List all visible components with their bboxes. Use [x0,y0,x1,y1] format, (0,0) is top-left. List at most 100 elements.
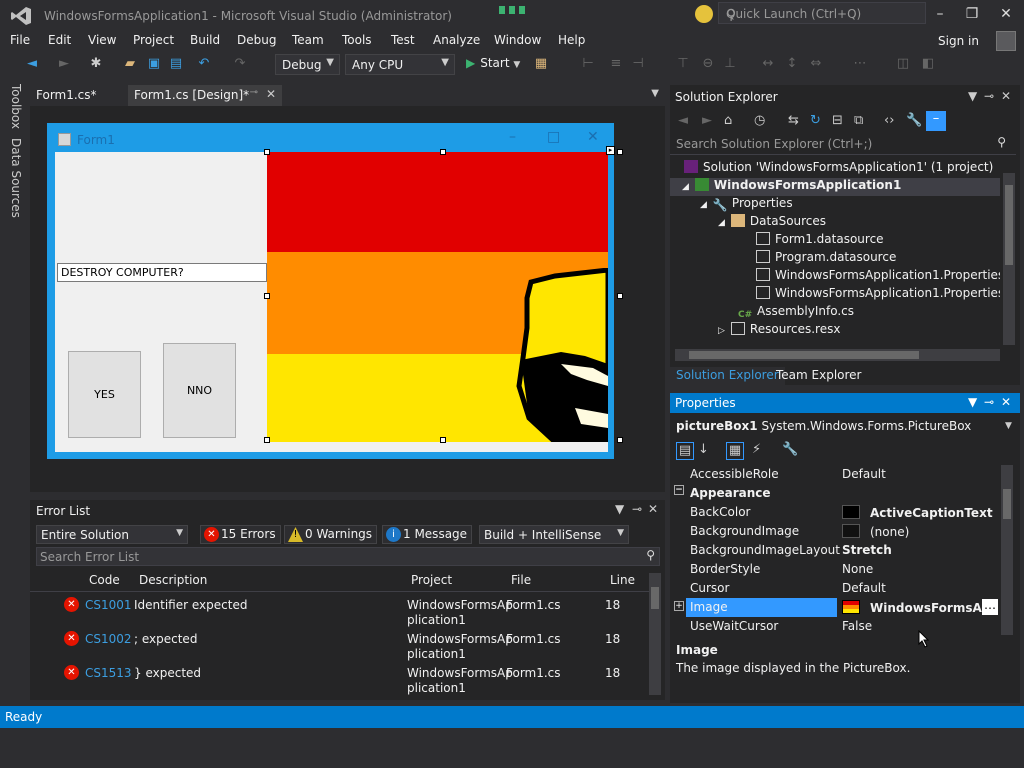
properties-object-select[interactable]: pictureBox1 System.Windows.Forms.Picture… [676,419,971,433]
collapse-all-icon[interactable]: ⊟ [832,113,843,128]
pin-icon[interactable]: ⊸ [984,89,994,103]
build-filter-select[interactable]: Build + IntelliSense ▼ [479,525,629,544]
collapse-icon[interactable]: − [674,485,684,495]
pending-changes-filter-icon[interactable]: ◷ [754,113,765,128]
solution-tree-hscrollbar[interactable] [675,349,1000,361]
property-value[interactable]: WindowsFormsAppli [842,600,984,615]
maximize-button[interactable]: ❐ [962,5,982,25]
make-same-size-icon[interactable]: ⇔ [808,56,824,72]
back-icon[interactable]: ◄ [24,56,40,72]
view-code-icon[interactable]: ‹› [884,113,894,128]
menu-project[interactable]: Project [133,33,174,47]
categorized-icon[interactable]: ▤ [676,442,694,460]
scrollbar-thumb[interactable] [651,587,659,609]
property-value[interactable]: False [842,619,872,633]
open-folder-icon[interactable]: ▰ [122,56,138,72]
tree-item-properties[interactable]: ◢ 🔧 Properties [700,196,793,214]
pin-icon[interactable]: ⊸ [632,502,642,516]
picturebox1[interactable] [267,152,608,442]
menu-tools[interactable]: Tools [342,33,372,47]
pin-icon[interactable]: ⊸ [250,87,258,98]
back-icon[interactable]: ◄ [678,113,688,128]
property-value[interactable]: (none) [842,524,909,539]
send-to-back-icon[interactable]: ◧ [920,56,936,72]
solution-configuration-select[interactable]: Debug ▼ [275,54,340,75]
error-row[interactable]: ✕ CS1513} expected WindowsFormsAp plicatio… [30,663,650,697]
error-row[interactable]: ✕ CS1002; expected WindowsFormsAp plicatio… [30,629,650,663]
minimize-button[interactable]: – [930,5,950,25]
resize-handle[interactable] [440,437,446,443]
property-row[interactable]: Cursor Default [670,579,998,598]
scrollbar-thumb[interactable] [1003,489,1011,519]
errors-filter-button[interactable]: ✕ 15 Errors [200,525,281,544]
chevron-down-icon[interactable]: ▼ [615,502,624,516]
resize-handle[interactable] [440,149,446,155]
align-tops-icon[interactable]: ⊤ [675,56,691,72]
property-row[interactable]: BackColor ActiveCaptionText [670,503,998,522]
align-rights-icon[interactable]: ⊣ [630,56,646,72]
forward-icon[interactable]: ► [702,113,712,128]
save-icon[interactable]: ▣ [146,56,162,72]
resize-handle[interactable] [264,293,270,299]
error-code[interactable]: CS1002 [85,632,132,646]
property-row[interactable]: UseWaitCursor False [670,617,998,636]
resize-handle[interactable] [264,437,270,443]
messages-filter-button[interactable]: i1 Message [382,525,473,544]
property-value[interactable]: None [842,562,873,576]
expand-icon[interactable]: + [674,601,684,611]
resize-handle[interactable] [617,437,623,443]
toolbox-tab[interactable]: Toolbox [9,84,23,129]
quick-launch-input[interactable]: Quick Launch (Ctrl+Q) ⚲ [718,2,926,24]
tree-item-program-datasource[interactable]: Program.datasource [756,250,896,268]
error-scope-select[interactable]: Entire Solution ▼ [36,525,188,544]
yes-button[interactable]: YES [68,351,141,438]
error-row[interactable]: ✕ CS1001 Identifier expected WindowsFormsAp… [30,595,650,629]
textbox1[interactable]: DESTROY COMPUTER? [57,263,267,282]
menu-analyze[interactable]: Analyze [433,33,480,47]
refresh-icon[interactable]: ↻ [810,113,821,128]
horizontal-spacing-icon[interactable]: ⋯ [852,56,868,72]
scrollbar-thumb[interactable] [689,351,919,359]
save-all-icon[interactable]: ▤ [168,56,184,72]
menu-help[interactable]: Help [558,33,585,47]
tree-item-datasources[interactable]: ◢ DataSources [718,214,826,232]
tree-item-settings-datasource[interactable]: WindowsFormsApplication1.Properties.Set [756,286,1000,304]
align-centers-icon[interactable]: ≡ [608,56,624,72]
start-button[interactable]: ▶ Start ▼ [466,56,520,70]
property-row[interactable]: AccessibleRole Default [670,465,998,484]
property-value[interactable]: Default [842,467,886,481]
alphabetical-icon[interactable]: ↓ [698,442,709,457]
tree-item-resources[interactable]: ▷ Resources.resx [718,322,840,340]
smart-tag-icon[interactable]: ▸ [606,146,615,155]
tree-item-project[interactable]: ◢ WindowsFormsApplication1 [670,178,1000,196]
make-same-height-icon[interactable]: ↕ [784,56,800,72]
sync-icon[interactable]: ⇆ [788,113,799,128]
tree-item-assemblyinfo[interactable]: C# AssemblyInfo.cs [738,304,854,322]
column-header-code[interactable]: Code [89,573,120,587]
chevron-down-icon[interactable]: ▼ [1005,421,1012,431]
property-row[interactable]: BackgroundImage (none) [670,522,998,541]
find-in-files-icon[interactable]: ▦ [533,56,549,72]
property-value[interactable]: ActiveCaptionText [842,505,993,520]
preview-selected-icon[interactable]: – [926,111,946,131]
menu-window[interactable]: Window [494,33,541,47]
chevron-down-icon[interactable]: ▼ [968,89,977,103]
tree-item-solution[interactable]: Solution 'WindowsFormsApplication1' (1 p… [684,160,993,178]
scrollbar-thumb[interactable] [1005,185,1013,265]
home-icon[interactable]: ⌂ [724,113,732,128]
error-code[interactable]: CS1001 [85,598,132,612]
close-icon[interactable]: ✕ [266,87,276,101]
tab-team-explorer[interactable]: Team Explorer [770,367,868,385]
menu-build[interactable]: Build [190,33,220,47]
solution-platform-select[interactable]: Any CPU ▼ [345,54,455,75]
error-list-search-input[interactable]: Search Error List ⚲ [36,547,660,566]
close-button[interactable]: ✕ [996,5,1016,25]
solution-search-input[interactable]: Search Solution Explorer (Ctrl+;) ⚲ [670,135,1016,155]
show-all-files-icon[interactable]: ⧉ [854,113,863,128]
notification-flag-icon[interactable] [497,4,529,18]
menu-test[interactable]: Test [391,33,415,47]
align-lefts-icon[interactable]: ⊢ [580,56,596,72]
property-pages-icon[interactable]: 🔧 [782,442,798,457]
feedback-smiley-icon[interactable] [695,5,713,23]
solution-tree-vscrollbar[interactable] [1003,173,1015,345]
